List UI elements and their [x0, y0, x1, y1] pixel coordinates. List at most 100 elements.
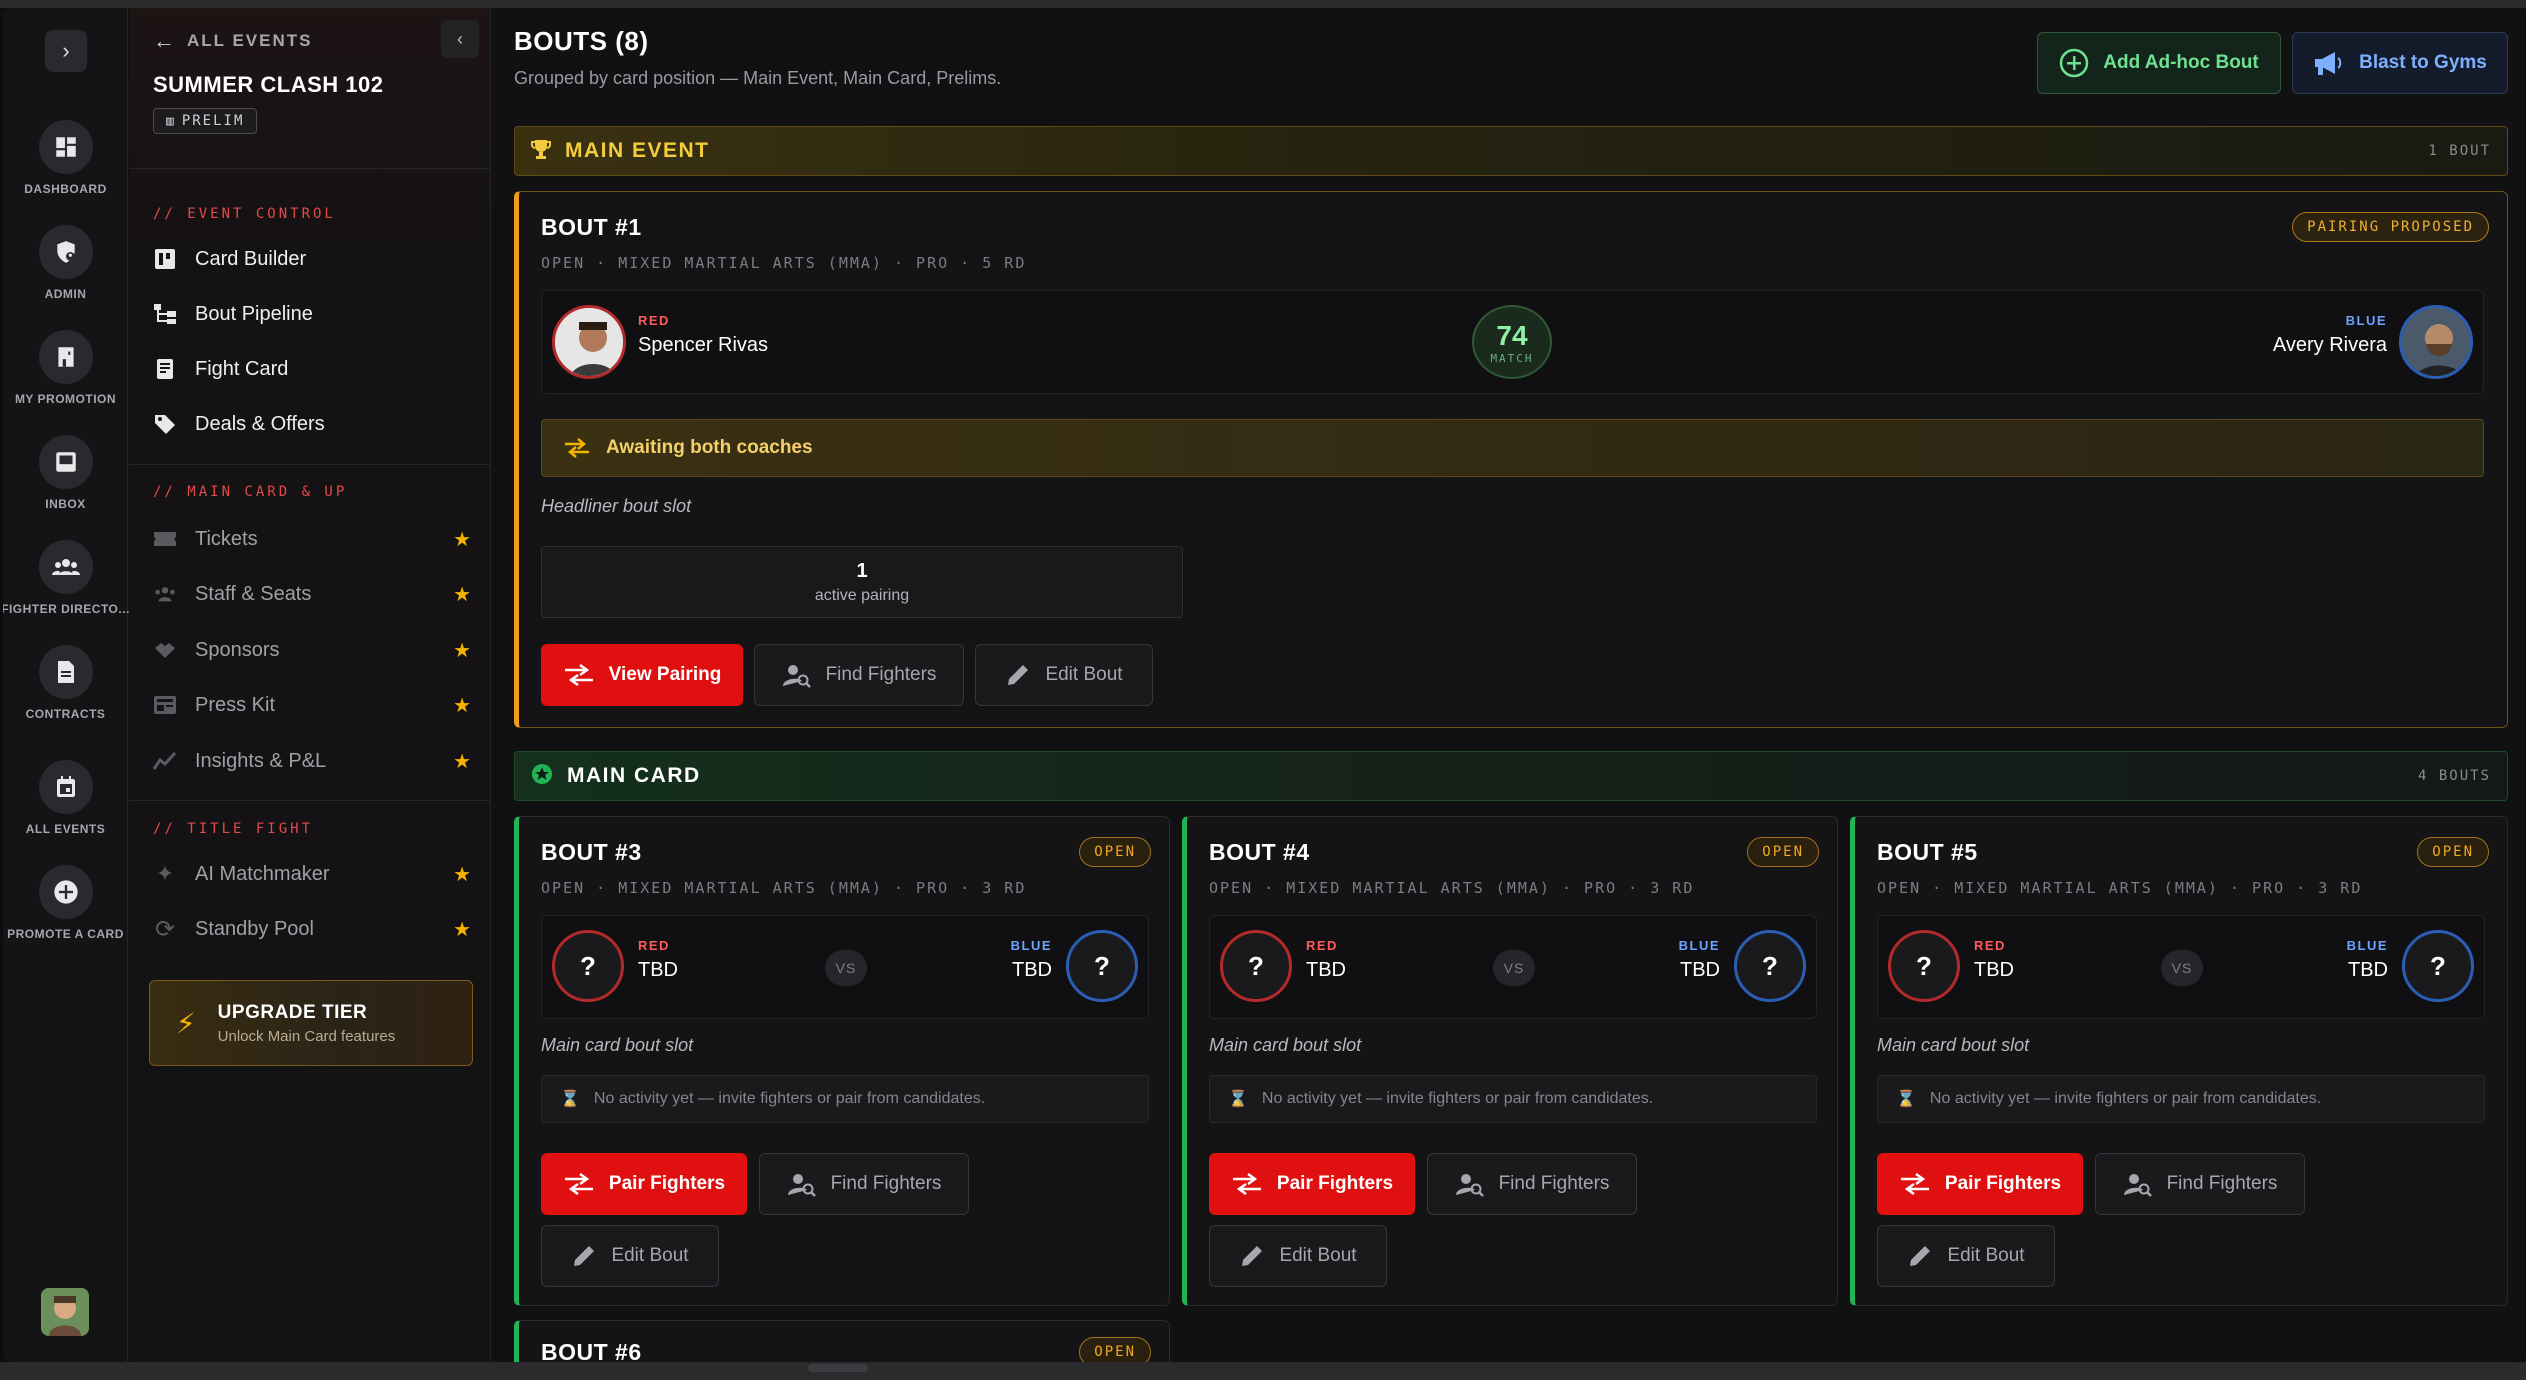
edit-bout-button[interactable]: Edit Bout — [1877, 1225, 2055, 1287]
vs-badge: VS — [1493, 950, 1535, 986]
blue-fighter-placeholder[interactable]: ? — [1066, 930, 1138, 1002]
swap-arrows-icon — [564, 1173, 593, 1195]
red-fighter-avatar[interactable] — [552, 305, 626, 379]
star-icon: ★ — [453, 694, 471, 717]
red-fighter-placeholder[interactable]: ? — [1220, 930, 1292, 1002]
sidebar-item-insights-pl[interactable]: Insights & P&L ★ — [153, 741, 471, 781]
book-icon: ▥ — [166, 113, 176, 129]
rail-label: PROMOTE A CARD — [7, 927, 124, 941]
red-fighter-info: RED TBD — [1306, 938, 1346, 981]
window-bottom-edge — [0, 1362, 2526, 1380]
bout-meta: OPEN · MIXED MARTIAL ARTS (MMA) · PRO · … — [1877, 879, 2363, 897]
add-adhoc-bout-button[interactable]: Add Ad-hoc Bout — [2037, 32, 2281, 94]
find-fighters-button[interactable]: Find Fighters — [754, 644, 964, 706]
blue-fighter-avatar[interactable] — [2399, 305, 2473, 379]
blast-to-gyms-button[interactable]: Blast to Gyms — [2292, 32, 2508, 94]
pair-fighters-button[interactable]: Pair Fighters — [1209, 1153, 1415, 1215]
blue-fighter-info: BLUE TBD — [1678, 938, 1720, 981]
star-icon: ★ — [453, 639, 471, 662]
star-icon: ★ — [453, 528, 471, 551]
edit-bout-button[interactable]: Edit Bout — [1209, 1225, 1387, 1287]
sidebar-item-card-builder[interactable]: Card Builder — [153, 239, 471, 279]
find-fighters-button[interactable]: Find Fighters — [1427, 1153, 1637, 1215]
pair-fighters-button[interactable]: Pair Fighters — [541, 1153, 747, 1215]
rail-label: CONTRACTS — [25, 707, 106, 721]
edit-bout-button[interactable]: Edit Bout — [541, 1225, 719, 1287]
bout-card-main-event: BOUT #1 PAIRING PROPOSED OPEN · MIXED MA… — [514, 191, 2508, 728]
find-fighters-button[interactable]: Find Fighters — [2095, 1153, 2305, 1215]
edit-bout-button[interactable]: Edit Bout — [975, 644, 1153, 706]
resize-handle[interactable] — [808, 1364, 868, 1372]
rail-item-fighter-directory[interactable]: FIGHTER DIRECTO... — [3, 540, 129, 616]
vs-badge: VS — [825, 950, 867, 986]
status-badge: PAIRING PROPOSED — [2292, 212, 2489, 242]
upgrade-tier-button[interactable]: ⚡ UPGRADE TIER Unlock Main Card features — [149, 980, 473, 1066]
red-fighter-info: RED Spencer Rivas — [638, 313, 768, 357]
matchup-row: ? RED TBD VS BLUE TBD ? — [1209, 915, 1817, 1019]
star-icon: ★ — [453, 750, 471, 773]
users-icon — [38, 540, 93, 594]
user-search-icon — [2123, 1174, 2152, 1197]
red-fighter-placeholder[interactable]: ? — [1888, 930, 1960, 1002]
status-badge: OPEN — [1747, 837, 1819, 867]
bout-slot-note: Main card bout slot — [1209, 1035, 1362, 1055]
hourglass-icon: ⌛ — [1228, 1091, 1248, 1108]
plus-circle-icon — [38, 865, 93, 919]
swap-arrows-icon — [1900, 1173, 1929, 1195]
page-subtitle: Grouped by card position — Main Event, M… — [514, 68, 1002, 88]
bout-card: BOUT #5 OPEN OPEN · MIXED MARTIAL ARTS (… — [1850, 816, 2508, 1306]
group-header-main-event[interactable]: MAIN EVENT 1 BOUT — [514, 126, 2508, 176]
megaphone-icon — [2315, 52, 2342, 75]
bout-meta: OPEN · MIXED MARTIAL ARTS (MMA) · PRO · … — [1209, 879, 1695, 897]
rail-item-contracts[interactable]: CONTRACTS — [3, 645, 128, 721]
plus-circle-icon — [2060, 48, 2089, 78]
bout-meta: OPEN · MIXED MARTIAL ARTS (MMA) · PRO · … — [541, 879, 1027, 897]
blue-fighter-placeholder[interactable]: ? — [2402, 930, 2474, 1002]
activity-empty-state: ⌛ No activity yet — invite fighters or p… — [1877, 1075, 2485, 1123]
blue-fighter-name[interactable]: Avery Rivera — [2273, 334, 2387, 357]
collapse-sidebar-button[interactable]: ‹ — [441, 20, 479, 58]
pencil-icon — [1242, 1246, 1263, 1266]
rail-item-inbox[interactable]: INBOX — [3, 435, 128, 511]
pair-fighters-button[interactable]: Pair Fighters — [1877, 1153, 2083, 1215]
blue-fighter-placeholder[interactable]: ? — [1734, 930, 1806, 1002]
sidebar-item-tickets[interactable]: Tickets ★ — [153, 519, 471, 559]
sidebar-item-bout-pipeline[interactable]: Bout Pipeline — [153, 294, 471, 334]
red-fighter-placeholder[interactable]: ? — [552, 930, 624, 1002]
find-fighters-button[interactable]: Find Fighters — [759, 1153, 969, 1215]
board-icon — [153, 247, 177, 271]
sidebar-item-fight-card[interactable]: Fight Card — [153, 349, 471, 389]
lightning-icon: ⚡ — [176, 1007, 196, 1039]
rail-label: MY PROMOTION — [14, 392, 117, 406]
rail-item-promote-a-card[interactable]: PROMOTE A CARD — [3, 865, 128, 941]
sidebar-item-press-kit[interactable]: Press Kit ★ — [153, 685, 471, 725]
chevron-left-icon: ‹ — [457, 28, 463, 49]
bout-title: BOUT #6 — [541, 1339, 642, 1362]
matchup-row: ? RED TBD VS BLUE TBD ? — [541, 915, 1149, 1019]
sidebar-item-standby-pool[interactable]: ⟳ Standby Pool ★ — [153, 909, 471, 949]
red-fighter-info: RED TBD — [1974, 938, 2014, 981]
expand-rail-button[interactable]: › — [45, 30, 87, 72]
sidebar-item-deals-offers[interactable]: Deals & Offers — [153, 404, 471, 444]
rail-item-dashboard[interactable]: DASHBOARD — [3, 120, 128, 196]
back-to-all-events-link[interactable]: ← ALL EVENTS — [153, 28, 312, 54]
tag-icon — [153, 412, 177, 436]
view-pairing-button[interactable]: View Pairing — [541, 644, 743, 706]
pencil-icon — [1008, 665, 1029, 685]
user-avatar[interactable] — [41, 1288, 89, 1336]
group-header-main-card[interactable]: MAIN CARD 4 BOUTS — [514, 751, 2508, 801]
sidebar-item-ai-matchmaker[interactable]: ✦ AI Matchmaker ★ — [153, 854, 471, 894]
sidebar-item-staff-seats[interactable]: Staff & Seats ★ — [153, 574, 471, 614]
rail-item-all-events[interactable]: ALL EVENTS — [3, 760, 128, 836]
activity-empty-state: ⌛ No activity yet — invite fighters or p… — [541, 1075, 1149, 1123]
active-pairing-count: 1 active pairing — [541, 546, 1183, 618]
rail-item-admin[interactable]: ADMIN — [3, 225, 128, 301]
inbox-icon — [38, 435, 93, 489]
sidebar-item-sponsors[interactable]: Sponsors ★ — [153, 630, 471, 670]
bouts-main: BOUTS (8) Grouped by card position — Mai… — [492, 8, 2523, 1362]
back-label: ALL EVENTS — [187, 31, 313, 50]
star-icon: ★ — [453, 583, 471, 606]
event-sidebar: ← ALL EVENTS ‹ SUMMER CLASH 102 ▥ PRELIM… — [129, 8, 491, 1362]
red-fighter-name[interactable]: Spencer Rivas — [638, 334, 768, 357]
rail-item-my-promotion[interactable]: MY PROMOTION — [3, 330, 128, 406]
